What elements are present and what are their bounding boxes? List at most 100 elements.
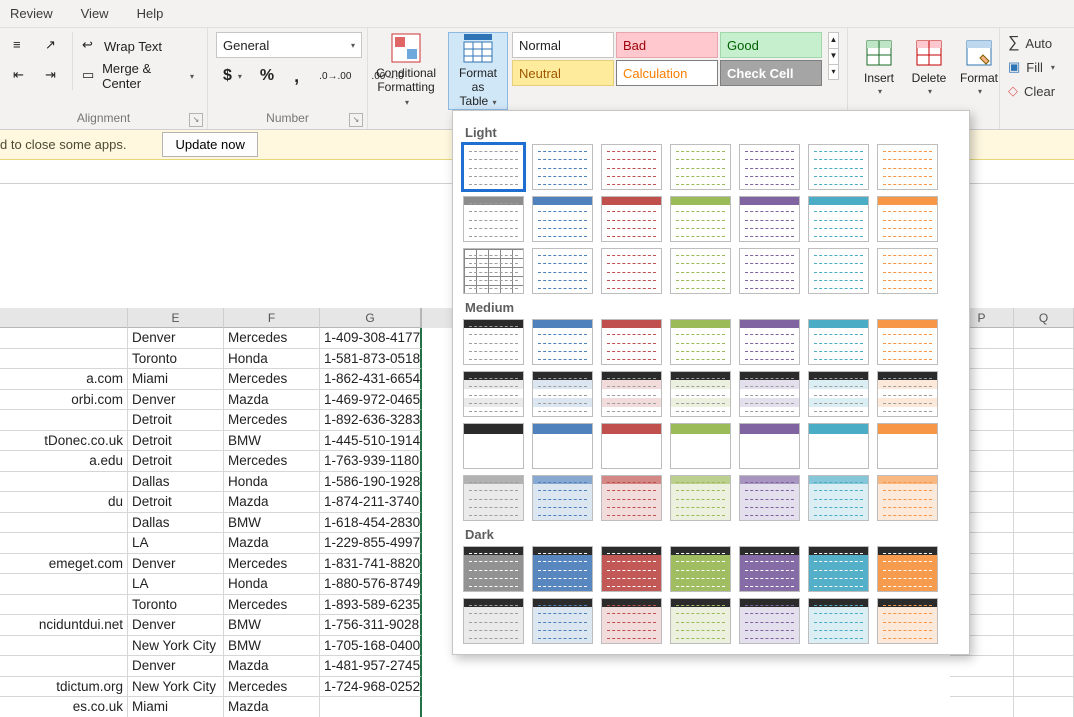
table-style-swatch[interactable]: [877, 371, 938, 417]
table-style-swatch[interactable]: [739, 248, 800, 294]
cell[interactable]: New York City: [128, 677, 224, 698]
cell[interactable]: Mercedes: [224, 451, 320, 472]
cell[interactable]: [1014, 574, 1074, 595]
cell[interactable]: Mazda: [224, 492, 320, 513]
cell[interactable]: 1-409-308-4177: [320, 328, 422, 349]
table-style-swatch[interactable]: [670, 423, 731, 469]
cell[interactable]: [0, 410, 128, 431]
table-style-swatch[interactable]: [670, 144, 731, 190]
cell[interactable]: Denver: [128, 328, 224, 349]
merge-center-button[interactable]: ▭Merge & Center▾: [77, 62, 199, 90]
cell[interactable]: Denver: [128, 390, 224, 411]
cell[interactable]: 1-705-168-0400: [320, 636, 422, 657]
cell[interactable]: [1014, 533, 1074, 554]
cell[interactable]: 1-756-311-9028: [320, 615, 422, 636]
table-style-swatch[interactable]: [601, 319, 662, 365]
table-style-swatch[interactable]: [877, 423, 938, 469]
cell[interactable]: 1-581-873-0518: [320, 349, 422, 370]
table-style-swatch[interactable]: [601, 546, 662, 592]
table-style-swatch[interactable]: [670, 248, 731, 294]
cell[interactable]: emeget.com: [0, 554, 128, 575]
cell[interactable]: Mazda: [224, 697, 320, 717]
colhead-q[interactable]: Q: [1014, 308, 1074, 328]
cell[interactable]: 1-724-968-0252: [320, 677, 422, 698]
table-style-swatch[interactable]: [877, 475, 938, 521]
cell[interactable]: BMW: [224, 636, 320, 657]
cell[interactable]: [0, 656, 128, 677]
conditional-formatting-button[interactable]: Conditional Formatting ▾: [376, 32, 436, 110]
cell[interactable]: Toronto: [128, 595, 224, 616]
cell[interactable]: [1014, 615, 1074, 636]
table-style-swatch[interactable]: [739, 319, 800, 365]
table-style-swatch[interactable]: [739, 598, 800, 644]
cell[interactable]: Mazda: [224, 390, 320, 411]
table-style-swatch[interactable]: [532, 546, 593, 592]
cell[interactable]: [0, 472, 128, 493]
accounting-format-button[interactable]: $▾: [220, 62, 245, 90]
style-neutral[interactable]: Neutral: [512, 60, 614, 86]
table-style-swatch[interactable]: [670, 546, 731, 592]
table-style-swatch[interactable]: [808, 371, 869, 417]
table-style-swatch[interactable]: [739, 546, 800, 592]
table-style-swatch[interactable]: [601, 248, 662, 294]
style-check-cell[interactable]: Check Cell: [720, 60, 822, 86]
table-style-swatch[interactable]: [463, 598, 524, 644]
table-style-swatch[interactable]: [463, 546, 524, 592]
cell[interactable]: Mercedes: [224, 328, 320, 349]
cell[interactable]: a.edu: [0, 451, 128, 472]
styles-scroll-up[interactable]: ▲: [828, 32, 839, 48]
cell[interactable]: Miami: [128, 369, 224, 390]
cell[interactable]: [950, 697, 1014, 717]
cell[interactable]: es.co.uk: [0, 697, 128, 717]
table-style-swatch[interactable]: [601, 475, 662, 521]
colhead-e[interactable]: E: [128, 308, 224, 328]
cell[interactable]: [1014, 451, 1074, 472]
cell[interactable]: [0, 533, 128, 554]
cell[interactable]: Denver: [128, 656, 224, 677]
cell[interactable]: 1-618-454-2830: [320, 513, 422, 534]
cell[interactable]: [1014, 595, 1074, 616]
cell[interactable]: 1-445-510-1914: [320, 431, 422, 452]
cell[interactable]: Mazda: [224, 656, 320, 677]
fill-button[interactable]: ▣Fill▾: [1008, 56, 1055, 78]
table-style-swatch[interactable]: [463, 319, 524, 365]
cell[interactable]: [0, 574, 128, 595]
number-format-dropdown[interactable]: General ▾: [216, 32, 362, 58]
cell[interactable]: 1-469-972-0465: [320, 390, 422, 411]
table-style-swatch[interactable]: [739, 371, 800, 417]
alignment-dialog-launcher[interactable]: ↘: [189, 113, 203, 127]
table-style-swatch[interactable]: [670, 475, 731, 521]
cell[interactable]: [320, 697, 422, 717]
style-normal[interactable]: Normal: [512, 32, 614, 58]
style-good[interactable]: Good: [720, 32, 822, 58]
table-style-swatch[interactable]: [739, 475, 800, 521]
cell[interactable]: BMW: [224, 431, 320, 452]
cell[interactable]: 1-831-741-8820: [320, 554, 422, 575]
table-style-swatch[interactable]: [670, 371, 731, 417]
cell[interactable]: Honda: [224, 349, 320, 370]
cell[interactable]: [1014, 410, 1074, 431]
style-bad[interactable]: Bad: [616, 32, 718, 58]
table-style-swatch[interactable]: [532, 319, 593, 365]
format-as-table-button[interactable]: Format as Table ▾: [448, 32, 508, 110]
table-style-swatch[interactable]: [739, 196, 800, 242]
cell[interactable]: [1014, 697, 1074, 717]
table-style-swatch[interactable]: [808, 546, 869, 592]
cell[interactable]: nciduntdui.net: [0, 615, 128, 636]
table-style-swatch[interactable]: [670, 319, 731, 365]
table-style-swatch[interactable]: [601, 423, 662, 469]
cell[interactable]: Mercedes: [224, 595, 320, 616]
cell[interactable]: 1-892-636-3283: [320, 410, 422, 431]
colhead-f[interactable]: F: [224, 308, 320, 328]
cell[interactable]: 1-893-589-6235: [320, 595, 422, 616]
cell[interactable]: [1014, 492, 1074, 513]
cell[interactable]: Detroit: [128, 410, 224, 431]
cell[interactable]: 1-862-431-6654: [320, 369, 422, 390]
styles-more-button[interactable]: ▾: [828, 64, 839, 80]
cell[interactable]: [950, 677, 1014, 698]
table-style-swatch[interactable]: [877, 319, 938, 365]
cell[interactable]: Mercedes: [224, 677, 320, 698]
cell[interactable]: Dallas: [128, 513, 224, 534]
cell[interactable]: Miami: [128, 697, 224, 717]
increase-indent-button[interactable]: ⇥: [40, 62, 68, 90]
